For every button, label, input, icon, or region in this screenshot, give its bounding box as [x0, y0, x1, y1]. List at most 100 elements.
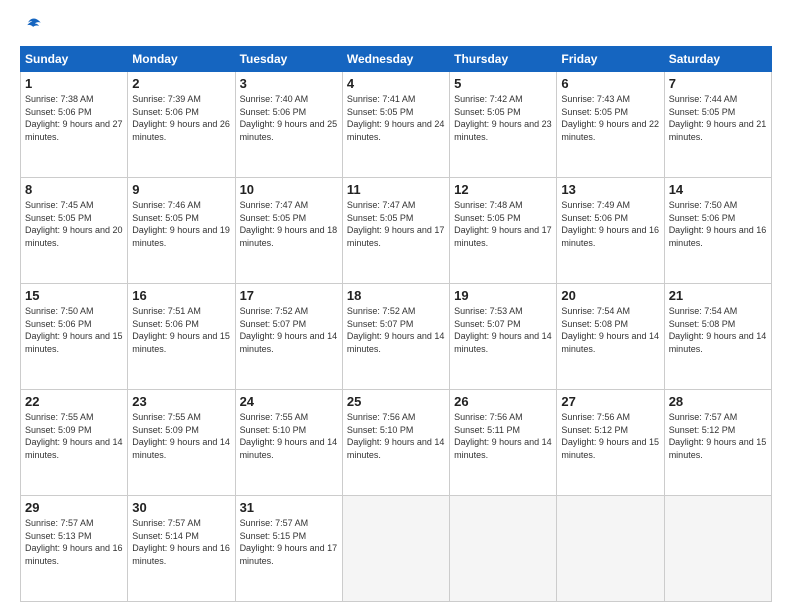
day-info: Sunrise: 7:47 AMSunset: 5:05 PMDaylight:…	[240, 199, 338, 249]
day-cell-16: 16Sunrise: 7:51 AMSunset: 5:06 PMDayligh…	[128, 284, 235, 390]
day-info: Sunrise: 7:57 AMSunset: 5:12 PMDaylight:…	[669, 411, 767, 461]
day-info: Sunrise: 7:42 AMSunset: 5:05 PMDaylight:…	[454, 93, 552, 143]
week-row-1: 1 Sunrise: 7:38 AMSunset: 5:06 PMDaylight…	[21, 72, 772, 178]
day-number: 15	[25, 288, 123, 303]
day-number: 5	[454, 76, 552, 91]
weekday-header-wednesday: Wednesday	[342, 47, 449, 72]
day-cell-25: 25 Sunrise: 7:56 AMSunset: 5:10 PMDayligh…	[342, 390, 449, 496]
day-number: 28	[669, 394, 767, 409]
day-number: 8	[25, 182, 123, 197]
day-number: 20	[561, 288, 659, 303]
empty-cell	[557, 496, 664, 602]
week-row-2: 8 Sunrise: 7:45 AMSunset: 5:05 PMDaylight…	[21, 178, 772, 284]
day-info: Sunrise: 7:57 AMSunset: 5:15 PMDaylight:…	[240, 517, 338, 567]
day-info: Sunrise: 7:57 AMSunset: 5:14 PMDaylight:…	[132, 517, 230, 567]
day-number: 31	[240, 500, 338, 515]
day-cell-12: 12Sunrise: 7:48 AMSunset: 5:05 PMDayligh…	[450, 178, 557, 284]
day-cell-21: 21 Sunrise: 7:54 AMSunset: 5:08 PMDayligh…	[664, 284, 771, 390]
day-cell-15: 15 Sunrise: 7:50 AMSunset: 5:06 PMDayligh…	[21, 284, 128, 390]
day-info: Sunrise: 7:53 AMSunset: 5:07 PMDaylight:…	[454, 305, 552, 355]
day-number: 22	[25, 394, 123, 409]
day-info: Sunrise: 7:55 AMSunset: 5:09 PMDaylight:…	[25, 411, 123, 461]
weekday-header-monday: Monday	[128, 47, 235, 72]
day-number: 21	[669, 288, 767, 303]
day-number: 16	[132, 288, 230, 303]
day-number: 18	[347, 288, 445, 303]
day-number: 27	[561, 394, 659, 409]
day-info: Sunrise: 7:44 AMSunset: 5:05 PMDaylight:…	[669, 93, 767, 143]
day-cell-10: 10 Sunrise: 7:47 AMSunset: 5:05 PMDayligh…	[235, 178, 342, 284]
day-cell-4: 4 Sunrise: 7:41 AMSunset: 5:05 PMDaylight…	[342, 72, 449, 178]
day-cell-14: 14 Sunrise: 7:50 AMSunset: 5:06 PMDayligh…	[664, 178, 771, 284]
day-info: Sunrise: 7:56 AMSunset: 5:10 PMDaylight:…	[347, 411, 445, 461]
empty-cell	[342, 496, 449, 602]
week-row-4: 22 Sunrise: 7:55 AMSunset: 5:09 PMDayligh…	[21, 390, 772, 496]
logo	[20, 16, 46, 36]
day-cell-17: 17 Sunrise: 7:52 AMSunset: 5:07 PMDayligh…	[235, 284, 342, 390]
day-info: Sunrise: 7:45 AMSunset: 5:05 PMDaylight:…	[25, 199, 123, 249]
day-cell-31: 31 Sunrise: 7:57 AMSunset: 5:15 PMDayligh…	[235, 496, 342, 602]
day-number: 17	[240, 288, 338, 303]
day-info: Sunrise: 7:41 AMSunset: 5:05 PMDaylight:…	[347, 93, 445, 143]
day-info: Sunrise: 7:52 AMSunset: 5:07 PMDaylight:…	[240, 305, 338, 355]
empty-cell	[664, 496, 771, 602]
day-number: 9	[132, 182, 230, 197]
weekday-header-tuesday: Tuesday	[235, 47, 342, 72]
day-cell-18: 18Sunrise: 7:52 AMSunset: 5:07 PMDayligh…	[342, 284, 449, 390]
day-info: Sunrise: 7:54 AMSunset: 5:08 PMDaylight:…	[669, 305, 767, 355]
day-number: 26	[454, 394, 552, 409]
day-number: 24	[240, 394, 338, 409]
day-number: 19	[454, 288, 552, 303]
weekday-header-sunday: Sunday	[21, 47, 128, 72]
day-number: 1	[25, 76, 123, 91]
day-info: Sunrise: 7:56 AMSunset: 5:12 PMDaylight:…	[561, 411, 659, 461]
day-cell-3: 3 Sunrise: 7:40 AMSunset: 5:06 PMDaylight…	[235, 72, 342, 178]
day-number: 4	[347, 76, 445, 91]
day-info: Sunrise: 7:38 AMSunset: 5:06 PMDaylight:…	[25, 93, 123, 143]
day-info: Sunrise: 7:40 AMSunset: 5:06 PMDaylight:…	[240, 93, 338, 143]
day-number: 3	[240, 76, 338, 91]
day-number: 6	[561, 76, 659, 91]
day-cell-11: 11Sunrise: 7:47 AMSunset: 5:05 PMDayligh…	[342, 178, 449, 284]
day-info: Sunrise: 7:57 AMSunset: 5:13 PMDaylight:…	[25, 517, 123, 567]
day-cell-8: 8 Sunrise: 7:45 AMSunset: 5:05 PMDaylight…	[21, 178, 128, 284]
day-cell-7: 7 Sunrise: 7:44 AMSunset: 5:05 PMDaylight…	[664, 72, 771, 178]
day-cell-5: 5 Sunrise: 7:42 AMSunset: 5:05 PMDaylight…	[450, 72, 557, 178]
day-cell-30: 30 Sunrise: 7:57 AMSunset: 5:14 PMDayligh…	[128, 496, 235, 602]
day-number: 30	[132, 500, 230, 515]
day-info: Sunrise: 7:55 AMSunset: 5:10 PMDaylight:…	[240, 411, 338, 461]
header	[20, 16, 772, 36]
weekday-header-thursday: Thursday	[450, 47, 557, 72]
calendar-table: SundayMondayTuesdayWednesdayThursdayFrid…	[20, 46, 772, 602]
day-cell-24: 24 Sunrise: 7:55 AMSunset: 5:10 PMDayligh…	[235, 390, 342, 496]
day-cell-20: 20 Sunrise: 7:54 AMSunset: 5:08 PMDayligh…	[557, 284, 664, 390]
weekday-header-saturday: Saturday	[664, 47, 771, 72]
day-info: Sunrise: 7:55 AMSunset: 5:09 PMDaylight:…	[132, 411, 230, 461]
day-info: Sunrise: 7:43 AMSunset: 5:05 PMDaylight:…	[561, 93, 659, 143]
day-info: Sunrise: 7:56 AMSunset: 5:11 PMDaylight:…	[454, 411, 552, 461]
weekday-header-row: SundayMondayTuesdayWednesdayThursdayFrid…	[21, 47, 772, 72]
day-number: 13	[561, 182, 659, 197]
day-info: Sunrise: 7:54 AMSunset: 5:08 PMDaylight:…	[561, 305, 659, 355]
day-info: Sunrise: 7:49 AMSunset: 5:06 PMDaylight:…	[561, 199, 659, 249]
empty-cell	[450, 496, 557, 602]
day-number: 23	[132, 394, 230, 409]
day-info: Sunrise: 7:50 AMSunset: 5:06 PMDaylight:…	[25, 305, 123, 355]
day-cell-9: 9Sunrise: 7:46 AMSunset: 5:05 PMDaylight…	[128, 178, 235, 284]
day-number: 14	[669, 182, 767, 197]
day-number: 10	[240, 182, 338, 197]
day-number: 29	[25, 500, 123, 515]
day-cell-13: 13 Sunrise: 7:49 AMSunset: 5:06 PMDayligh…	[557, 178, 664, 284]
day-cell-6: 6 Sunrise: 7:43 AMSunset: 5:05 PMDaylight…	[557, 72, 664, 178]
day-number: 2	[132, 76, 230, 91]
day-info: Sunrise: 7:48 AMSunset: 5:05 PMDaylight:…	[454, 199, 552, 249]
day-cell-19: 19 Sunrise: 7:53 AMSunset: 5:07 PMDayligh…	[450, 284, 557, 390]
day-cell-26: 26 Sunrise: 7:56 AMSunset: 5:11 PMDayligh…	[450, 390, 557, 496]
week-row-3: 15 Sunrise: 7:50 AMSunset: 5:06 PMDayligh…	[21, 284, 772, 390]
day-number: 25	[347, 394, 445, 409]
day-number: 11	[347, 182, 445, 197]
day-cell-28: 28 Sunrise: 7:57 AMSunset: 5:12 PMDayligh…	[664, 390, 771, 496]
day-info: Sunrise: 7:50 AMSunset: 5:06 PMDaylight:…	[669, 199, 767, 249]
day-number: 7	[669, 76, 767, 91]
day-cell-2: 2Sunrise: 7:39 AMSunset: 5:06 PMDaylight…	[128, 72, 235, 178]
